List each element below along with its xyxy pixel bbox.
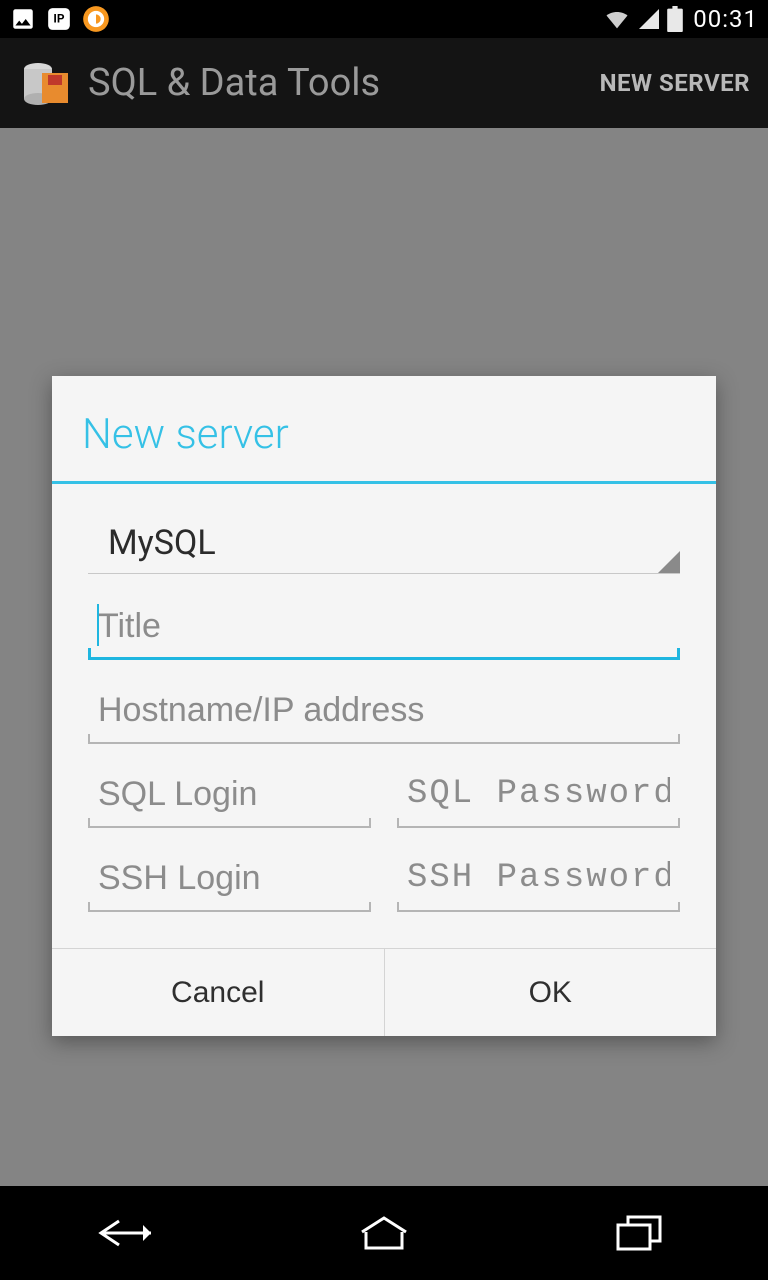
dropdown-icon [658,551,680,573]
status-left: IP [10,5,110,33]
text-cursor [97,604,99,646]
ssh-login-field-wrap [88,844,371,912]
app-title: SQL & Data Tools [88,61,380,105]
db-type-value: MySQL [108,523,216,563]
host-field-wrap [88,676,680,744]
title-field[interactable] [88,601,680,652]
cancel-button[interactable]: Cancel [52,949,384,1036]
new-server-dialog: New server MySQL [52,376,716,1036]
app-icon [18,55,74,111]
dialog-header: New server [52,376,716,481]
back-button[interactable] [68,1208,188,1258]
ok-button[interactable]: OK [384,949,717,1036]
clock: 00:31 [693,5,758,33]
sql-password-field[interactable] [397,769,680,819]
content-scrim: New server MySQL [0,128,768,1186]
ssh-password-field[interactable] [397,853,680,903]
ip-phone-icon: IP [46,6,72,32]
app-bar: SQL & Data Tools NEW SERVER [0,38,768,128]
app-notification-icon [82,5,110,33]
status-bar: IP 00:31 [0,0,768,38]
title-field-wrap [88,592,680,660]
wifi-icon [603,7,631,31]
new-server-button[interactable]: NEW SERVER [600,69,750,97]
signal-icon [637,7,661,31]
svg-text:IP: IP [53,11,64,25]
sql-login-field-wrap [88,760,371,828]
host-field[interactable] [88,685,680,736]
ssh-password-field-wrap [397,844,680,912]
dialog-buttons: Cancel OK [52,948,716,1036]
image-icon [10,6,36,32]
db-type-spinner[interactable]: MySQL [88,512,680,574]
ssh-login-field[interactable] [88,853,371,904]
dialog-body: MySQL [52,484,716,948]
nav-bar [0,1186,768,1280]
home-button[interactable] [324,1208,444,1258]
status-right: 00:31 [603,5,758,33]
recent-apps-button[interactable] [580,1208,700,1258]
battery-icon [667,6,683,32]
sql-login-field[interactable] [88,769,371,820]
dialog-title: New server [82,410,686,459]
sql-password-field-wrap [397,760,680,828]
